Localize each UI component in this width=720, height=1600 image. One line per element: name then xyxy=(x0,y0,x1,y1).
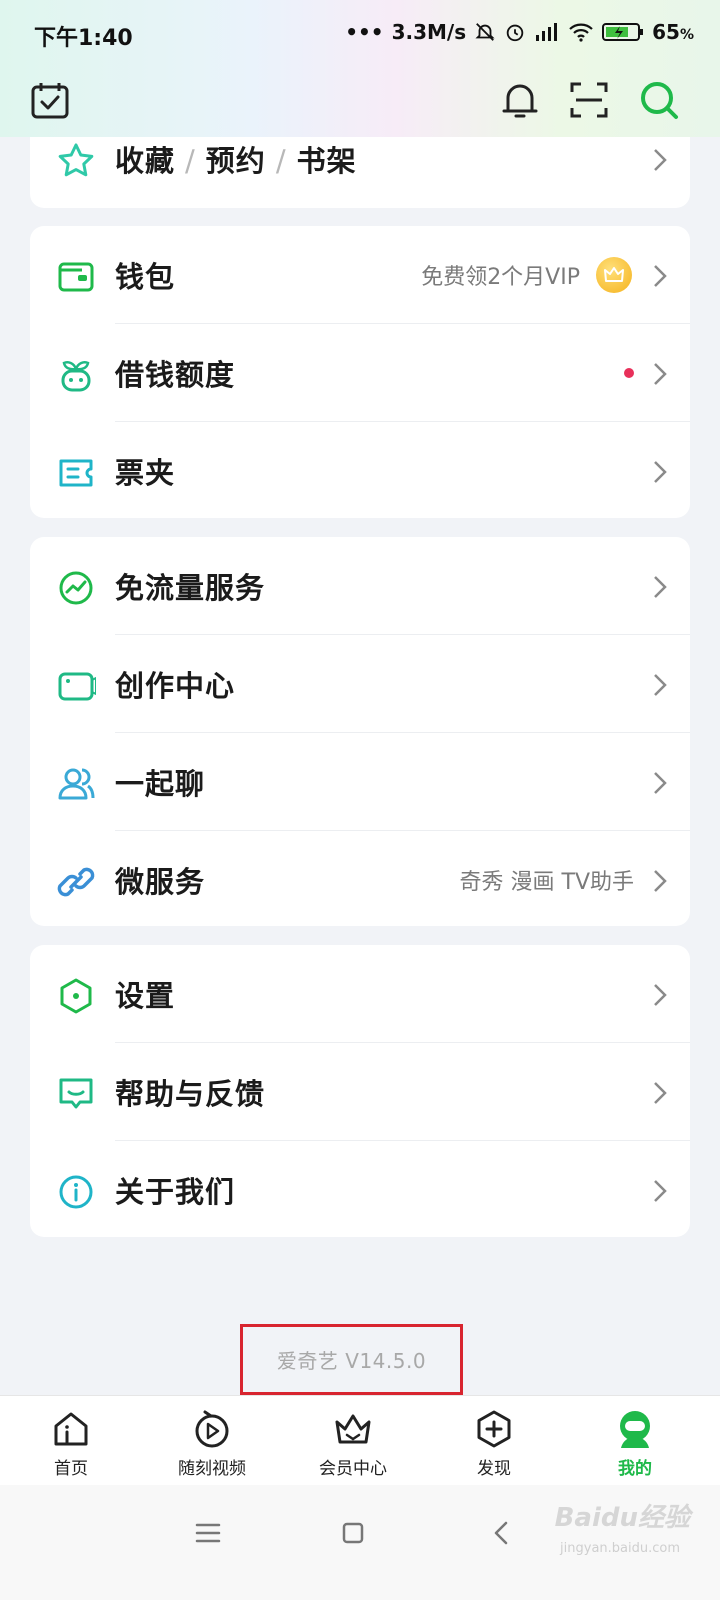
help-row[interactable]: 帮助与反馈 xyxy=(30,1043,690,1141)
status-indicators: ••• 3.3M/s 65% xyxy=(345,20,694,44)
tab-me-label: 我的 xyxy=(618,1459,652,1479)
loan-row[interactable]: 借钱额度 xyxy=(30,324,690,422)
chevron-right-icon xyxy=(652,361,668,387)
tickets-label: 票夹 xyxy=(115,456,176,490)
version-text: 爱奇艺 V14.5.0 xyxy=(276,1349,427,1373)
settings-row[interactable]: 设置 xyxy=(30,945,690,1043)
chat-label: 一起聊 xyxy=(115,767,206,801)
version-highlight-box: 爱奇艺 V14.5.0 xyxy=(240,1324,463,1395)
tab-home-label: 首页 xyxy=(54,1459,88,1479)
status-bar: 下午1:40 ••• 3.3M/s 65% xyxy=(0,0,720,68)
home-square-icon[interactable] xyxy=(333,1513,373,1553)
wallet-icon xyxy=(56,257,96,297)
home-icon xyxy=(54,1412,88,1446)
about-row[interactable]: 关于我们 xyxy=(30,1141,690,1237)
crown-icon xyxy=(596,257,632,293)
people-icon xyxy=(56,764,96,804)
data-free-row[interactable]: 免流量服务 xyxy=(30,537,690,635)
micro-service-row[interactable]: 微服务 奇秀 漫画 TV助手 xyxy=(30,831,690,926)
trend-icon xyxy=(56,568,96,608)
settings-label: 设置 xyxy=(115,979,176,1013)
chevron-right-icon xyxy=(652,1178,668,1204)
creator-label: 创作中心 xyxy=(115,669,236,703)
tab-me[interactable]: 我的 xyxy=(580,1404,690,1484)
services-card: 免流量服务 创作中心 一起聊 微服务 奇秀 漫画 TV助手 xyxy=(30,537,690,926)
chevron-right-icon xyxy=(652,459,668,485)
separator: / xyxy=(275,144,287,178)
watermark-logo: Baidu经验 xyxy=(554,1503,690,1533)
feedback-icon xyxy=(56,1074,96,1114)
creator-row[interactable]: 创作中心 xyxy=(30,635,690,733)
data-free-label: 免流量服务 xyxy=(115,571,266,605)
notification-dot xyxy=(624,368,634,378)
ticket-icon xyxy=(56,453,96,493)
tab-vip-label: 会员中心 xyxy=(319,1459,387,1479)
crown-icon xyxy=(335,1414,371,1444)
battery-icon xyxy=(602,23,644,41)
calendar-check-icon[interactable] xyxy=(28,78,72,122)
favorites-bookshelf[interactable]: 书架 xyxy=(297,144,357,178)
mute-bell-icon xyxy=(475,23,495,41)
tab-video-label: 随刻视频 xyxy=(178,1459,246,1479)
network-speed: 3.3M/s xyxy=(391,20,467,44)
micro-service-label: 微服务 xyxy=(115,865,206,899)
profile-avatar-icon xyxy=(620,1411,650,1448)
separator: / xyxy=(185,144,196,178)
tab-discover[interactable]: 发现 xyxy=(439,1404,549,1484)
wallet-row[interactable]: 钱包 免费领2个月VIP xyxy=(30,226,690,324)
chevron-right-icon xyxy=(652,982,668,1008)
about-label: 关于我们 xyxy=(115,1175,236,1209)
header-toolbar xyxy=(0,70,720,132)
system-nav-bar: Baidu经验 jingyan.baidu.com xyxy=(0,1485,720,1600)
info-icon xyxy=(56,1172,96,1212)
top-header: 下午1:40 ••• 3.3M/s 65% xyxy=(0,0,720,137)
search-icon[interactable] xyxy=(637,78,681,122)
settings-card: 设置 帮助与反馈 关于我们 xyxy=(30,945,690,1237)
watermark-url: jingyan.baidu.com xyxy=(560,1541,680,1556)
back-icon[interactable] xyxy=(482,1513,522,1553)
camera-icon xyxy=(56,666,97,706)
status-time: 下午1:40 xyxy=(34,26,133,51)
tickets-row[interactable]: 票夹 xyxy=(30,422,690,518)
chat-row[interactable]: 一起聊 xyxy=(30,733,690,831)
bottom-tab-bar: 首页 随刻视频 会员中心 发现 我的 xyxy=(0,1395,720,1485)
bell-icon[interactable] xyxy=(498,78,542,122)
chevron-right-icon xyxy=(652,574,668,600)
loan-label: 借钱额度 xyxy=(115,358,236,392)
finance-card: 钱包 免费领2个月VIP 借钱额度 票夹 xyxy=(30,226,690,518)
help-label: 帮助与反馈 xyxy=(115,1077,266,1111)
tab-home[interactable]: 首页 xyxy=(16,1404,126,1484)
chevron-right-icon xyxy=(652,1080,668,1106)
vip-promo-text: 免费领2个月VIP xyxy=(421,265,580,290)
signal-icon xyxy=(536,23,558,41)
micro-service-apps: 奇秀 漫画 TV助手 xyxy=(459,870,634,895)
sprout-icon xyxy=(56,355,96,395)
link-icon xyxy=(56,862,96,902)
tab-video[interactable]: 随刻视频 xyxy=(157,1404,267,1484)
chevron-right-icon xyxy=(652,263,668,289)
plus-circle-icon xyxy=(477,1410,511,1448)
favorites-reserve[interactable]: 预约 xyxy=(206,144,266,178)
star-icon xyxy=(56,141,96,181)
tab-discover-label: 发现 xyxy=(477,1459,511,1479)
alarm-icon xyxy=(506,24,524,42)
chevron-right-icon xyxy=(652,672,668,698)
wifi-icon xyxy=(569,23,593,42)
scan-icon[interactable] xyxy=(567,78,611,122)
favorites-collect[interactable]: 收藏 xyxy=(115,144,175,178)
battery-percent: 65% xyxy=(652,20,694,44)
tab-vip[interactable]: 会员中心 xyxy=(298,1404,408,1484)
favorites-label: 收藏 / 预约 / 书架 xyxy=(115,138,357,180)
hexagon-settings-icon xyxy=(56,976,96,1016)
chevron-right-icon xyxy=(652,770,668,796)
menu-icon[interactable] xyxy=(188,1513,228,1553)
chevron-right-icon xyxy=(652,147,668,173)
more-dots-icon: ••• xyxy=(345,20,384,44)
play-circle-icon xyxy=(195,1410,229,1448)
wallet-label: 钱包 xyxy=(115,260,176,294)
chevron-right-icon xyxy=(652,868,668,894)
